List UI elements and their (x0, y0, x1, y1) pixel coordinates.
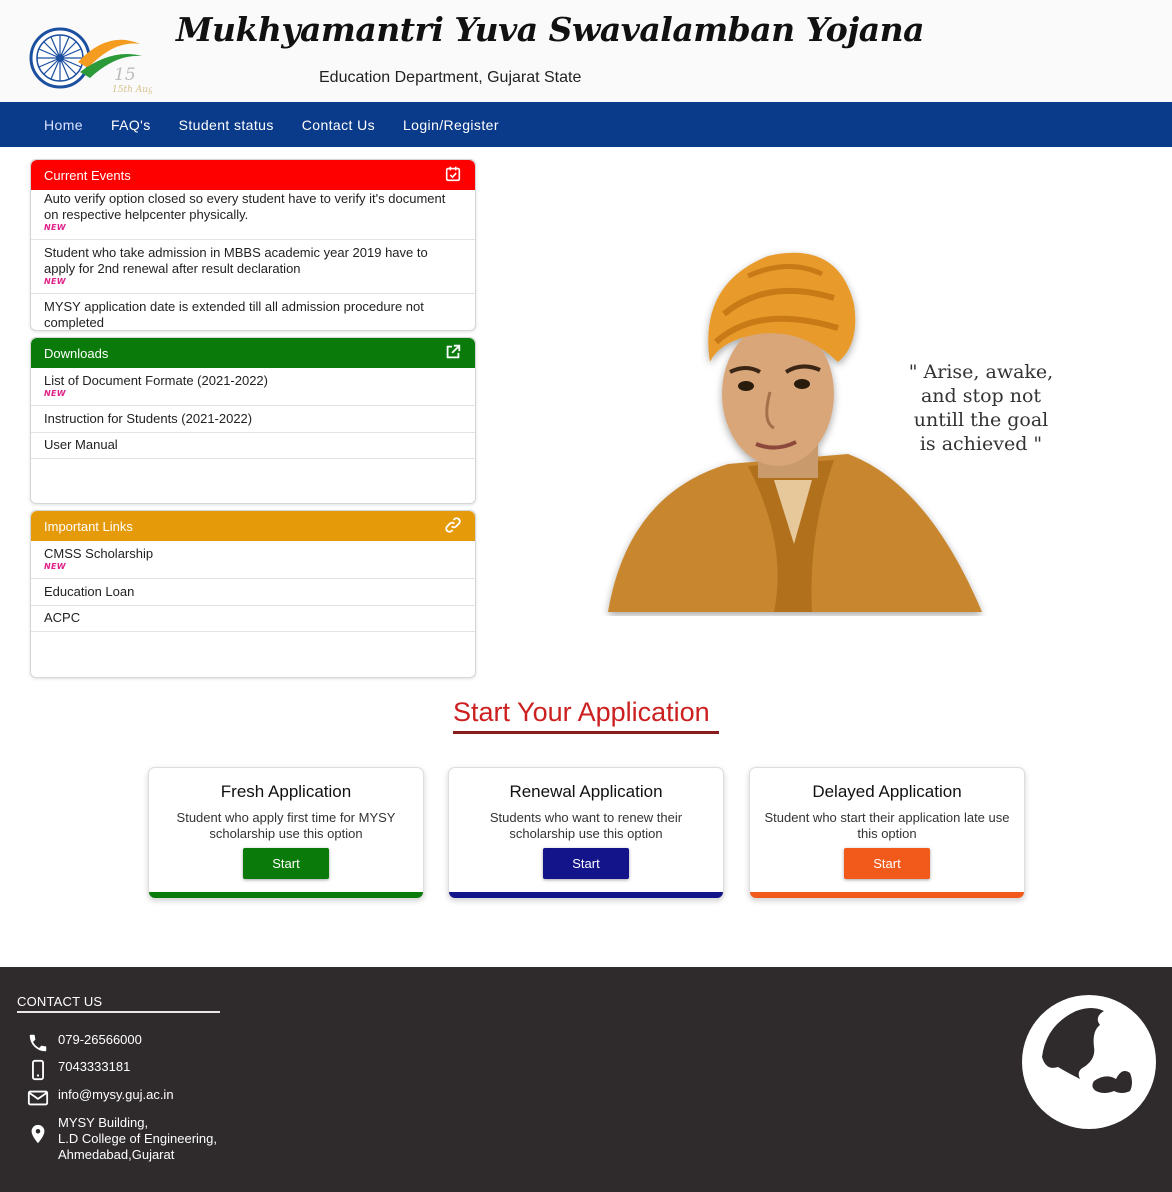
card-title: Fresh Application (220, 782, 352, 801)
event-item[interactable]: Student who take admission in MBBS acade… (31, 240, 475, 294)
event-text: MYSY application date is extended till a… (44, 299, 424, 330)
download-text: Instruction for Students (2021-2022) (44, 411, 253, 426)
fresh-start-button[interactable]: Start (243, 848, 329, 879)
svg-text:15: 15 (114, 65, 136, 85)
mobile-icon (26, 1059, 50, 1081)
downloads-title: Downloads (44, 345, 109, 361)
card-color-bar (750, 892, 1024, 898)
contact-email-row: info@mysy.guj.ac.in (26, 1087, 174, 1109)
download-item[interactable]: User Manual (31, 433, 475, 459)
location-pin-icon (26, 1123, 50, 1145)
card-description: Students who want to renew their scholar… (489, 810, 683, 841)
card-color-bar (149, 892, 423, 898)
card-description: Student who apply first time for MYSY sc… (176, 810, 396, 841)
link-item[interactable]: CMSS Scholarship NEW (31, 541, 475, 579)
heading-rule (17, 1011, 220, 1013)
link-item[interactable]: Education Loan (31, 579, 475, 606)
current-events-title: Current Events (44, 167, 131, 183)
site-title: Mukhyamantri Yuva Swavalamban Yojana (176, 10, 924, 49)
card-title: Renewal Application (509, 782, 663, 801)
renewal-start-button[interactable]: Start (543, 848, 629, 879)
independence-day-logo: 15 15th August (28, 22, 168, 98)
current-events-panel: Current Events Auto verify option closed… (30, 159, 476, 331)
external-link-icon (444, 343, 462, 364)
important-links-header: Important Links (31, 511, 475, 541)
delayed-application-card: Delayed Application Student who start th… (749, 767, 1025, 899)
site-subtitle: Education Department, Gujarat State (319, 69, 582, 86)
new-badge: NEW (44, 389, 66, 398)
link-text: CMSS Scholarship (44, 546, 154, 561)
new-badge: NEW (44, 277, 66, 286)
nav-contact-us[interactable]: Contact Us (288, 117, 389, 133)
start-application-title: Start Your Application (453, 697, 710, 727)
email-address[interactable]: info@mysy.guj.ac.in (58, 1087, 174, 1103)
renewal-application-card: Renewal Application Students who want to… (448, 767, 724, 899)
main-navbar: Home FAQ's Student status Contact Us Log… (0, 102, 1172, 147)
card-description: Student who start their application late… (764, 810, 1010, 841)
site-footer: CONTACT US 079-26566000 7043333181 info@… (0, 967, 1172, 1192)
svg-text:15th August: 15th August (112, 85, 152, 95)
vivekananda-quote: " Arise, awake, and stop not untill the … (908, 361, 1054, 455)
download-item[interactable]: List of Document Formate (2021-2022) NEW (31, 368, 475, 406)
new-badge: NEW (44, 562, 66, 571)
download-text: List of Document Formate (2021-2022) (44, 373, 268, 388)
calendar-check-icon (444, 165, 462, 186)
new-badge: NEW (44, 223, 66, 232)
site-header: 15 15th August Mukhyamantri Yuva Swavala… (0, 0, 1172, 102)
current-events-header: Current Events (31, 160, 475, 190)
card-title: Delayed Application (812, 782, 962, 801)
address-line: L.D College of Engineering, (58, 1131, 217, 1146)
event-item[interactable]: Auto verify option closed so every stude… (31, 190, 475, 240)
address-block: MYSY Building, L.D College of Engineerin… (58, 1115, 217, 1163)
email-icon (26, 1087, 50, 1109)
downloads-panel: Downloads List of Document Formate (2021… (30, 337, 476, 504)
nav-login-register[interactable]: Login/Register (389, 117, 513, 133)
nav-home[interactable]: Home (30, 117, 97, 133)
download-text: User Manual (44, 437, 118, 452)
delayed-start-button[interactable]: Start (844, 848, 930, 879)
address-line: Ahmedabad,Gujarat (58, 1147, 175, 1162)
link-text: ACPC (44, 610, 81, 625)
contact-mobile-row: 7043333181 (26, 1059, 130, 1081)
contact-heading: CONTACT US (17, 994, 103, 1009)
mobile-number[interactable]: 7043333181 (58, 1059, 130, 1075)
globe-icon[interactable] (1022, 995, 1156, 1129)
address-line: MYSY Building, (58, 1115, 149, 1130)
link-text: Education Loan (44, 584, 135, 599)
phone-number[interactable]: 079-26566000 (58, 1032, 142, 1048)
title-underline (453, 731, 719, 734)
important-links-title: Important Links (44, 518, 133, 534)
event-text: Student who take admission in MBBS acade… (44, 245, 428, 276)
contact-phone-row: 079-26566000 (26, 1032, 142, 1054)
event-text: Auto verify option closed so every stude… (44, 191, 446, 222)
link-icon (444, 516, 462, 537)
downloads-header: Downloads (31, 338, 475, 368)
phone-icon (26, 1032, 50, 1054)
download-item[interactable]: Instruction for Students (2021-2022) (31, 406, 475, 433)
nav-faqs[interactable]: FAQ's (97, 117, 165, 133)
link-item[interactable]: ACPC (31, 606, 475, 632)
card-color-bar (449, 892, 723, 898)
nav-student-status[interactable]: Student status (165, 117, 288, 133)
contact-address-row: MYSY Building, L.D College of Engineerin… (26, 1115, 217, 1163)
event-item[interactable]: MYSY application date is extended till a… (31, 294, 475, 330)
fresh-application-card: Fresh Application Student who apply firs… (148, 767, 424, 899)
important-links-panel: Important Links CMSS Scholarship NEW Edu… (30, 510, 476, 678)
